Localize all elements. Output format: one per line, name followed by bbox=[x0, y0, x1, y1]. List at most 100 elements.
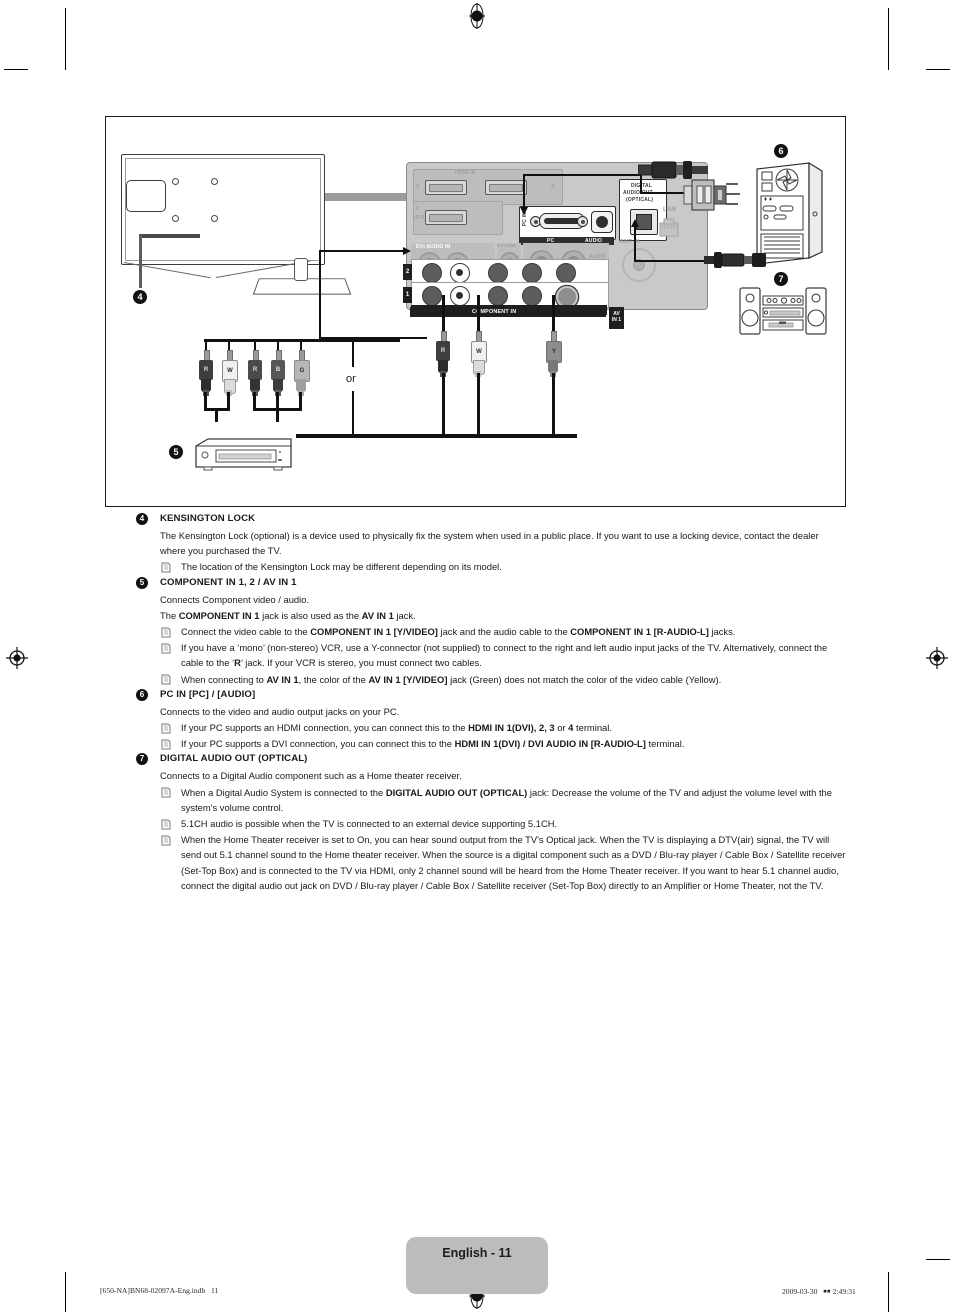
s5-l2-c: jack is also used as the bbox=[259, 609, 362, 621]
rca-plug-w-audio: W bbox=[222, 350, 238, 396]
vga-screw-right bbox=[577, 216, 588, 227]
vesa-hole-tl bbox=[172, 178, 179, 185]
footer-filename: [650-NA]BN68-02097A-Eng.indb 11 bbox=[100, 1286, 219, 1295]
section-7-note-2: 5.1CH audio is possible when the TV is c… bbox=[136, 816, 846, 831]
dvd-player-illustration bbox=[192, 437, 295, 471]
component1-pr-jack bbox=[522, 286, 542, 306]
section-7-note-2-text: 5.1CH audio is possible when the TV is c… bbox=[181, 818, 558, 830]
av-in-1-label-b: IN 1 bbox=[611, 317, 622, 323]
component-row-2-tab: 2 bbox=[403, 264, 412, 280]
ant-in-label: ANT IN bbox=[620, 239, 640, 245]
note-icon bbox=[161, 562, 171, 573]
section-7-note-1: When a Digital Audio System is connected… bbox=[136, 785, 846, 815]
s5-n1-a: Connect the video cable to the bbox=[181, 626, 311, 638]
rca2-leg-r bbox=[442, 373, 445, 435]
rca-plug-w-audio-2: W bbox=[471, 331, 487, 377]
section-7-heading: 7 DIGITAL AUDIO OUT (OPTICAL) bbox=[136, 752, 846, 766]
section-component-in: 5 COMPONENT IN 1, 2 / AV IN 1 Connects C… bbox=[136, 576, 846, 687]
rca-plug-b-component: B bbox=[271, 350, 285, 396]
section-6-badge: 6 bbox=[136, 688, 148, 701]
home-theater-illustration bbox=[739, 287, 827, 335]
section-5-paragraph: Connects Component video / audio. bbox=[160, 593, 310, 605]
s5-n3-a: When connecting to bbox=[181, 673, 267, 685]
component2-l-audio-jack bbox=[450, 263, 470, 283]
section-7-note-3: When the Home Theater receiver is set to… bbox=[136, 832, 846, 893]
section-6-note-1: If your PC supports an HDMI connection, … bbox=[136, 720, 846, 735]
pc-audio-jack bbox=[591, 211, 613, 233]
section-4-paragraph: The Kensington Lock (optional) is a devi… bbox=[160, 530, 819, 557]
dvd-to-panel-cable bbox=[296, 434, 577, 438]
vesa-hole-bl bbox=[172, 215, 179, 222]
crop-mark-right bbox=[888, 8, 889, 70]
hdmi-1-dvi-label: /DVI bbox=[414, 215, 425, 221]
section-4-note-1-text: The location of the Kensington Lock may … bbox=[181, 561, 502, 573]
callout-badge-5: 5 bbox=[169, 445, 183, 459]
hdmi-port-2 bbox=[425, 180, 467, 195]
or-branch-line bbox=[352, 339, 354, 367]
component-leader-arrow bbox=[320, 246, 411, 255]
rca-plug-g-component: G bbox=[294, 350, 310, 396]
component-leader-vertical bbox=[319, 250, 321, 338]
s5-l2-d: AV IN 1 bbox=[361, 609, 394, 621]
rca2-drop-r bbox=[442, 295, 445, 335]
section-7-badge: 7 bbox=[136, 753, 148, 766]
s6-n1-e: terminal. bbox=[573, 722, 612, 734]
hdmi-cable-plug bbox=[637, 159, 708, 186]
section-7-paragraph: Connects to a Digital Audio component su… bbox=[160, 770, 462, 782]
component-in-label-strip: COMPONENT IN bbox=[410, 307, 606, 317]
kensington-lock-slot bbox=[139, 234, 200, 238]
connection-diagram: 4 HDMI IN 2 3 1 /DVI PC IN PC AUDIO DIGI… bbox=[105, 116, 846, 507]
pc-tower-illustration bbox=[756, 161, 824, 265]
s5-n1-b: COMPONENT IN 1 [Y/VIDEO] bbox=[310, 626, 438, 638]
s7-n1-b: DIGITAL AUDIO OUT (OPTICAL) bbox=[385, 786, 528, 798]
rca-bundle-bus bbox=[204, 339, 400, 342]
ant-in-jack bbox=[622, 248, 656, 282]
callout-badge-7: 7 bbox=[774, 272, 788, 286]
optical-cable-plug bbox=[704, 250, 766, 275]
section-5-note-3: When connecting to AV IN 1, the color of… bbox=[136, 672, 846, 687]
component1-r-audio-jack bbox=[422, 286, 442, 306]
s5-n1-c: jack and the audio cable to the bbox=[437, 626, 571, 638]
s5-n3-c: , the color of the bbox=[298, 673, 369, 685]
crop-mark-top-right bbox=[926, 69, 950, 70]
note-icon bbox=[161, 723, 171, 734]
note-icon bbox=[161, 835, 171, 846]
s5-n3-e: jack (Green) does not match the color of… bbox=[447, 673, 722, 685]
component2-pr-jack bbox=[522, 263, 542, 283]
rca-cable-stem-a bbox=[215, 408, 218, 422]
rca-cable-stem-b bbox=[276, 408, 279, 422]
hdmi-2-label: 2 bbox=[416, 184, 420, 190]
s5-l2-e: jack. bbox=[393, 609, 416, 621]
rca2-leg-y bbox=[552, 373, 555, 435]
callout-badge-6: 6 bbox=[774, 144, 788, 158]
section-4-note-1: The location of the Kensington Lock may … bbox=[136, 559, 846, 574]
pc-in-jack-group: PC IN bbox=[519, 206, 616, 240]
s5-l2-a: The bbox=[160, 609, 179, 621]
hdmi-3-label: 3 bbox=[551, 184, 555, 190]
pc-cable-horizontal bbox=[524, 174, 642, 176]
rca-plug-r-component: R bbox=[248, 350, 262, 396]
component2-y-jack bbox=[556, 263, 576, 283]
section-7-note-3-text: When the Home Theater receiver is set to… bbox=[181, 834, 846, 891]
note-icon bbox=[161, 643, 171, 654]
component1-l-audio-jack bbox=[450, 286, 470, 306]
section-4-title: KENSINGTON LOCK bbox=[160, 513, 256, 524]
optical-cable-arrow bbox=[630, 219, 639, 262]
note-icon bbox=[161, 819, 171, 830]
rca2-leg-w bbox=[477, 373, 480, 435]
tv-stand-neck bbox=[294, 258, 308, 281]
s6-n2-a: If your PC supports a DVI connection, yo… bbox=[181, 738, 455, 750]
registration-mark-right bbox=[924, 645, 950, 671]
s5-n3-d: AV IN 1 [Y/VIDEO] bbox=[368, 673, 448, 685]
component1-pb-jack bbox=[488, 286, 508, 306]
rca-plug-r-audio-2: R bbox=[436, 331, 450, 377]
lan-port bbox=[657, 217, 681, 239]
rca2-drop-y bbox=[552, 295, 555, 335]
digital-label-3: (OPTICAL) bbox=[626, 197, 654, 203]
s5-n1-e: jacks. bbox=[708, 626, 736, 638]
section-6-title: PC IN [PC] / [AUDIO] bbox=[160, 688, 256, 700]
or-branch-line-2 bbox=[352, 391, 354, 437]
callout-badge-4: 4 bbox=[133, 290, 147, 304]
s6-n2-b: HDMI IN 1(DVI) / DVI AUDIO IN [R-AUDIO-L… bbox=[454, 738, 646, 750]
av-in-1-tab: AV IN 1 bbox=[609, 307, 624, 329]
